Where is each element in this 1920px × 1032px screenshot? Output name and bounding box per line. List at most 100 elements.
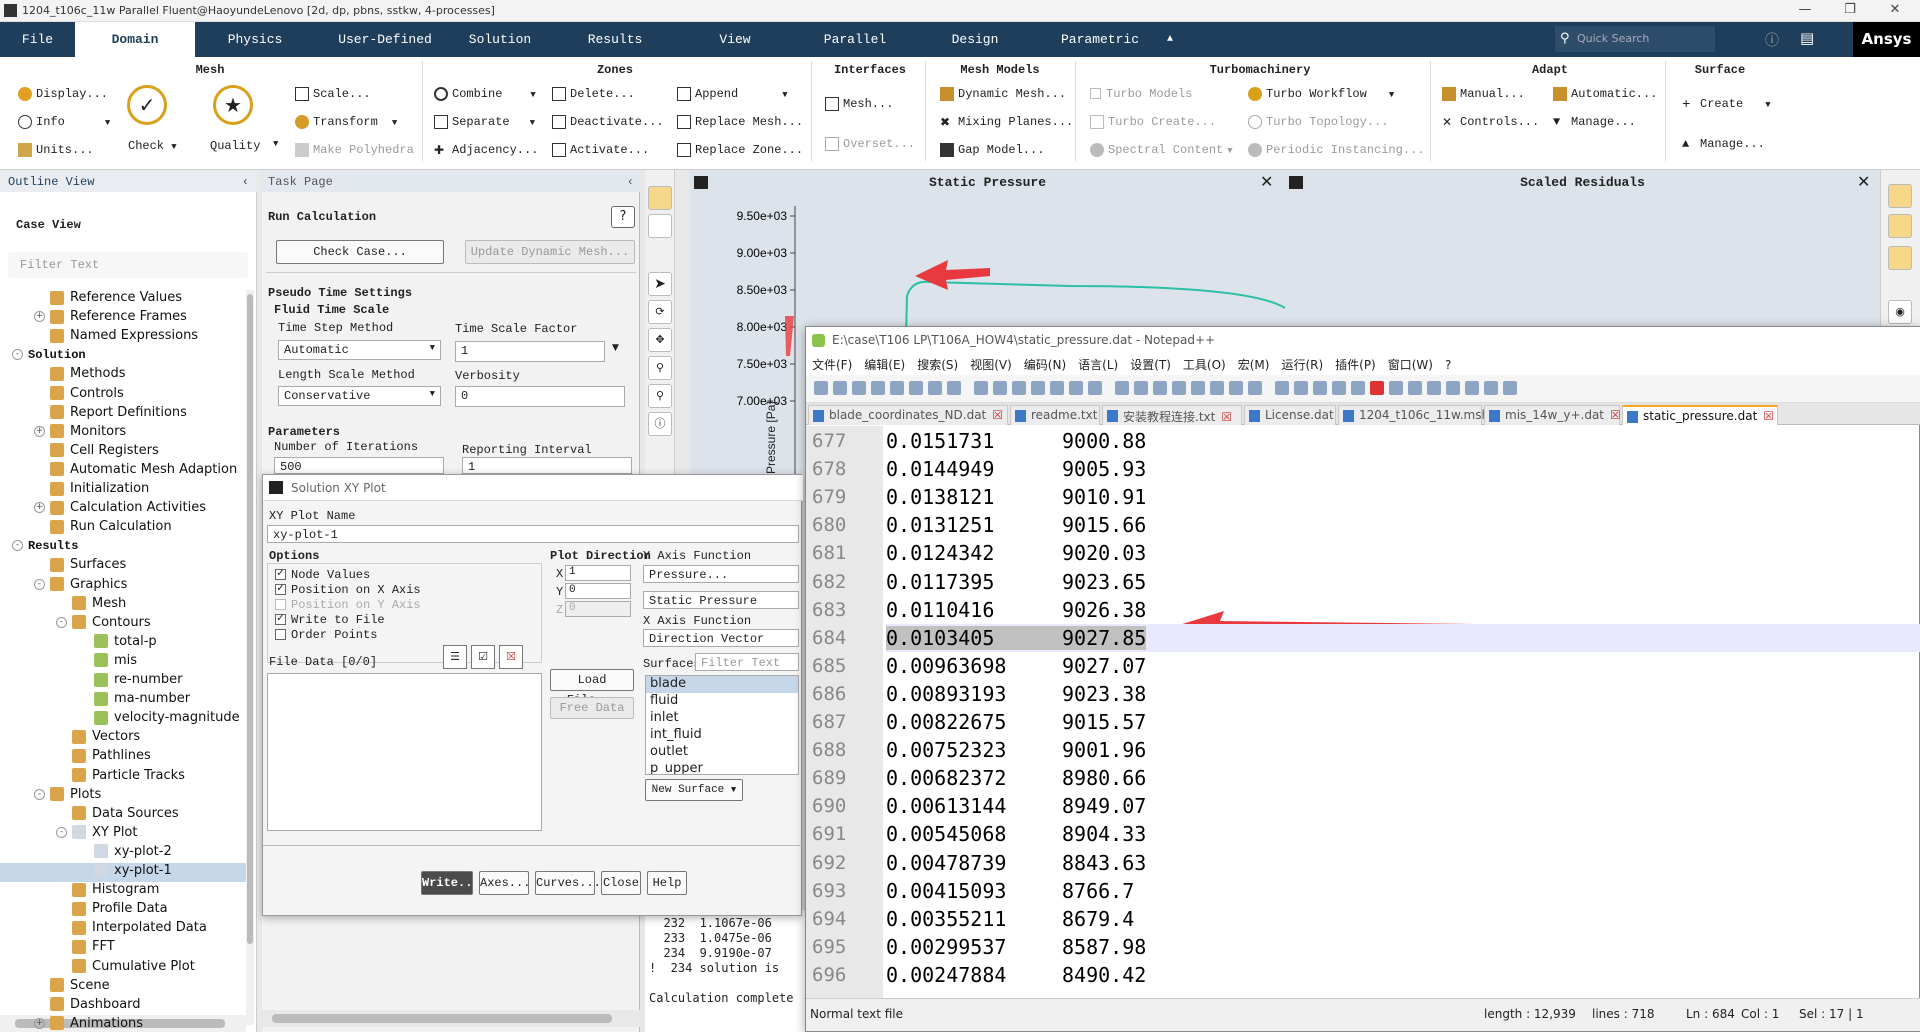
axes-button[interactable]: Axes... [479, 871, 530, 895]
toolbar-icon[interactable] [1427, 381, 1441, 395]
quick-search-input[interactable]: ⚲ Quick Search [1555, 26, 1715, 52]
toolbar-icon[interactable] [1408, 381, 1422, 395]
view-icon[interactable] [648, 214, 672, 238]
code-line[interactable]: 0.00415093 8766.7 [886, 877, 1920, 905]
toolbar-icon[interactable] [1088, 381, 1102, 395]
option-position-on-y-axis[interactable]: Position on Y Axis [275, 598, 421, 612]
overset-button[interactable]: Overset... [825, 137, 915, 151]
tree-item-cumulative-plot[interactable]: Cumulative Plot [0, 959, 246, 978]
probe-info-icon[interactable]: ⓘ [648, 412, 672, 436]
toolbar-icon[interactable] [993, 381, 1007, 395]
tab-design[interactable]: Design [925, 22, 1025, 57]
tab-parallel[interactable]: Parallel [805, 22, 905, 57]
collapse-icon[interactable]: - [34, 578, 45, 590]
notepad-menu-item[interactable]: 宏(M) [1238, 358, 1270, 372]
x-axis-function-select[interactable]: Direction Vector [643, 629, 799, 647]
toolbar-icon[interactable] [947, 381, 961, 395]
file-data-list[interactable] [267, 673, 542, 831]
expand-icon[interactable]: + [34, 502, 45, 514]
tree-item-run-calculation[interactable]: Run Calculation [0, 519, 246, 538]
option-write-to-file[interactable]: ✓ Write to File [275, 613, 385, 627]
code-line[interactable]: 0.00963698 9027.07 [886, 652, 1920, 680]
toolbar-icon[interactable] [974, 381, 988, 395]
turbo-create-button[interactable]: Turbo Create... [1090, 115, 1216, 129]
tree-item-reference-frames[interactable]: + Reference Frames [0, 309, 246, 328]
collapse-icon[interactable]: - [12, 349, 23, 361]
code-line[interactable]: 0.00247884 8490.42 [886, 961, 1920, 989]
close-window-button[interactable]: ✕ [1880, 2, 1910, 20]
tree-item-results[interactable]: - Results [0, 538, 246, 557]
new-surface-button[interactable]: New Surface ▼ [645, 779, 743, 801]
close-tab-icon[interactable]: ☒ [1610, 408, 1621, 422]
dir-z-input[interactable]: 0 [565, 601, 631, 617]
surface-list-item[interactable]: int_fluid [646, 727, 798, 744]
code-line[interactable]: 0.0131251 9015.66 [886, 511, 1920, 539]
toolbar-icon[interactable] [1031, 381, 1045, 395]
interface-mesh-button[interactable]: Mesh... [825, 97, 893, 111]
rotate-icon[interactable]: ⟳ [648, 300, 672, 324]
collapse-icon[interactable]: - [56, 826, 67, 838]
adjacency-button[interactable]: ✚ Adjacency... [434, 143, 538, 158]
y-axis-subfunction-select[interactable]: Static Pressure [643, 591, 799, 609]
check-case-button[interactable]: Check Case... [276, 240, 444, 264]
current-line[interactable]: 0.0103405 9027.85 [886, 623, 1920, 652]
code-line[interactable]: 0.00545068 8904.33 [886, 820, 1920, 848]
tree-item-controls[interactable]: Controls [0, 386, 246, 405]
info-button[interactable]: Info ▼ [18, 115, 110, 129]
quality-button[interactable]: Quality [210, 139, 260, 153]
collapse-icon[interactable]: - [56, 616, 67, 628]
tree-item-animations[interactable]: + Animations [0, 1016, 246, 1032]
code-line[interactable]: 0.00299537 8587.98 [886, 933, 1920, 961]
tree-item-reference-values[interactable]: Reference Values [0, 290, 246, 309]
toolbar-icon[interactable] [1389, 381, 1403, 395]
expand-icon[interactable]: + [34, 1017, 45, 1029]
free-data-button[interactable]: Free Data [550, 697, 634, 719]
task-page-hscrollbar[interactable] [262, 1010, 640, 1027]
toolbar-icon[interactable] [909, 381, 923, 395]
notepad-tab[interactable]: mis_14w_y+.dat ☒ [1484, 405, 1621, 425]
surface-list-item[interactable]: p_upper [646, 761, 798, 774]
tree-item-velocity-magnitude[interactable]: velocity-magnitude [0, 710, 246, 729]
surface-view-icon[interactable] [1888, 184, 1912, 208]
toolbar-icon[interactable] [1012, 381, 1026, 395]
collapse-panel-icon[interactable]: ‹ [242, 175, 249, 189]
leaf-view-icon[interactable] [1888, 214, 1912, 238]
toolbar-icon[interactable] [833, 381, 847, 395]
check-icon[interactable]: ✓ [127, 85, 167, 125]
dir-y-input[interactable]: 0 [565, 583, 631, 599]
tree-item-xy-plot-2[interactable]: xy-plot-2 [0, 844, 246, 863]
surface-manage-button[interactable]: ▲ Manage... [1682, 137, 1765, 151]
tree-item-re-number[interactable]: re-number [0, 672, 246, 691]
zoom-box-icon[interactable]: ⚲ [648, 384, 672, 408]
toolbar-icon[interactable] [1229, 381, 1243, 395]
task-page-hscrollbar-thumb[interactable] [272, 1014, 612, 1023]
minimize-button[interactable]: — [1790, 2, 1820, 20]
close-tab-icon[interactable]: ☒ [992, 408, 1003, 422]
tree-item-calculation-activities[interactable]: + Calculation Activities [0, 500, 246, 519]
toolbar-icon[interactable] [928, 381, 942, 395]
toolbar-icon[interactable] [1465, 381, 1479, 395]
toolbar-icon[interactable] [890, 381, 904, 395]
adapt-manage-button[interactable]: ▼ Manage... [1553, 115, 1636, 129]
replace-mesh-button[interactable]: Replace Mesh... [677, 115, 803, 129]
tree-item-pathlines[interactable]: Pathlines [0, 748, 246, 767]
notepad-tab[interactable]: License.dat☒ [1244, 405, 1351, 425]
code-line[interactable]: 0.0117395 9023.65 [886, 568, 1920, 596]
load-file-button[interactable]: Load File... [550, 669, 634, 707]
pan-icon[interactable]: ✥ [648, 328, 672, 352]
toolbar-icon[interactable] [1191, 381, 1205, 395]
number-of-iterations-input[interactable]: 500 [274, 457, 444, 474]
code-line[interactable]: 0.00478739 8843.63 [886, 849, 1920, 877]
surfaces-filter-input[interactable]: Filter Text [695, 653, 799, 671]
notepad-tab[interactable]: blade_coordinates_ND.dat ☒ [808, 405, 1008, 425]
tree-item-data-sources[interactable]: Data Sources [0, 806, 246, 825]
option-order-points[interactable]: Order Points [275, 628, 377, 642]
code-line[interactable]: 0.0124342 9020.03 [886, 539, 1920, 567]
outline-filter-input[interactable]: Filter Text [8, 252, 248, 278]
separate-button[interactable]: Separate ▼ [434, 115, 535, 129]
notepad-menu-item[interactable]: 搜索(S) [917, 358, 958, 372]
tab-view[interactable]: View [690, 22, 780, 57]
xy-plot-name-input[interactable]: xy-plot-1 [267, 525, 799, 543]
notepad-tab[interactable]: 安装教程连接.txt ☒ [1102, 405, 1242, 425]
deactivate-button[interactable]: Deactivate... [552, 115, 664, 129]
